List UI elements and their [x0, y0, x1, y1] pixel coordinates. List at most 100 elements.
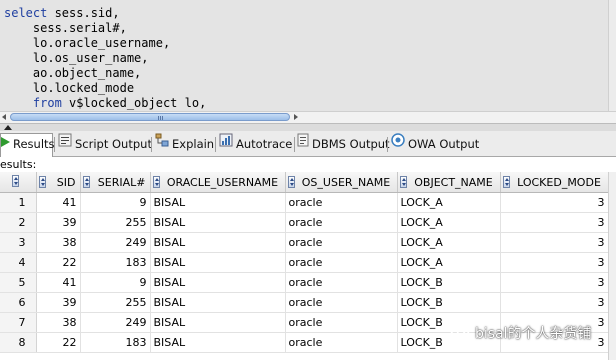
- sid-cell[interactable]: 41: [36, 272, 81, 293]
- tab-divider: [387, 137, 388, 152]
- scrollbar-thumb[interactable]: [10, 113, 290, 121]
- row-number-cell[interactable]: 6: [0, 292, 37, 313]
- sort-icon[interactable]: [399, 176, 407, 188]
- locked-mode-cell[interactable]: 3: [500, 252, 609, 273]
- locked-mode-cell[interactable]: 3: [500, 292, 609, 313]
- sid-cell[interactable]: 22: [36, 252, 81, 273]
- sort-icon[interactable]: [82, 176, 90, 188]
- object-name-cell[interactable]: LOCK_B: [397, 272, 501, 293]
- locked-mode-cell[interactable]: 3: [500, 212, 609, 233]
- tab-explain[interactable]: Explain: [155, 133, 214, 155]
- serial-cell[interactable]: 249: [80, 232, 151, 253]
- table-row[interactable]: 6 39 255 BISAL oracle LOCK_B 3: [0, 292, 609, 313]
- sql-text[interactable]: select sess.sid, sess.serial#, lo.oracle…: [4, 6, 206, 111]
- sort-icon[interactable]: [11, 174, 19, 187]
- locked-mode-cell[interactable]: 3: [500, 272, 609, 293]
- serial-cell[interactable]: 9: [80, 272, 151, 293]
- oracle-username-cell[interactable]: BISAL: [150, 252, 286, 273]
- serial-cell[interactable]: 255: [80, 212, 151, 233]
- row-number-cell[interactable]: 1: [0, 192, 37, 213]
- oracle-username-cell[interactable]: BISAL: [150, 232, 286, 253]
- os-user-name-cell[interactable]: oracle: [285, 272, 398, 293]
- row-number-header[interactable]: [0, 172, 37, 193]
- os-user-name-cell[interactable]: oracle: [285, 312, 398, 333]
- serial-cell[interactable]: 255: [80, 292, 151, 313]
- column-header-locked-mode[interactable]: LOCKED_MODE: [500, 172, 609, 193]
- os-user-name-cell[interactable]: oracle: [285, 332, 398, 353]
- sid-cell[interactable]: 39: [36, 292, 81, 313]
- oracle-username-cell[interactable]: BISAL: [150, 212, 286, 233]
- tab-results[interactable]: Results: [0, 133, 55, 157]
- os-user-name-cell[interactable]: oracle: [285, 252, 398, 273]
- row-number-cell[interactable]: 3: [0, 232, 37, 253]
- sort-icon[interactable]: [502, 176, 510, 188]
- sql-token: v$locked_object lo,: [61, 96, 207, 110]
- row-number-cell[interactable]: 4: [0, 252, 37, 273]
- sort-icon[interactable]: [152, 176, 160, 188]
- column-header-label: OBJECT_NAME: [414, 175, 493, 189]
- serial-cell[interactable]: 9: [80, 192, 151, 213]
- os-user-name-cell[interactable]: oracle: [285, 292, 398, 313]
- column-header-label: LOCKED_MODE: [517, 175, 601, 189]
- green-play-icon: [1, 133, 10, 154]
- row-number-cell[interactable]: 5: [0, 272, 37, 293]
- sql-line: select sess.sid,: [4, 6, 120, 20]
- object-name-cell[interactable]: LOCK_A: [397, 212, 501, 233]
- tab-owa-output[interactable]: OWA Output: [391, 133, 479, 155]
- grid-vertical-scrollbar[interactable]: [608, 172, 616, 360]
- oracle-username-cell[interactable]: BISAL: [150, 332, 286, 353]
- oracle-username-cell[interactable]: BISAL: [150, 272, 286, 293]
- explain-plan-icon: [155, 133, 169, 154]
- column-header-os-user-name[interactable]: OS_USER_NAME: [285, 172, 398, 193]
- tab-autotrace[interactable]: Autotrace: [219, 133, 293, 155]
- row-number-cell[interactable]: 7: [0, 312, 37, 333]
- object-name-cell[interactable]: LOCK_A: [397, 252, 501, 273]
- locked-mode-cell[interactable]: 3: [500, 192, 609, 213]
- sort-icon[interactable]: [38, 176, 46, 188]
- object-name-cell[interactable]: LOCK_B: [397, 292, 501, 313]
- table-row[interactable]: 3 38 249 BISAL oracle LOCK_A 3: [0, 232, 609, 253]
- column-header-serial[interactable]: SERIAL#: [80, 172, 151, 193]
- sort-icon[interactable]: [287, 176, 295, 188]
- row-number-cell[interactable]: 2: [0, 212, 37, 233]
- serial-cell[interactable]: 183: [80, 332, 151, 353]
- oracle-username-cell[interactable]: BISAL: [150, 192, 286, 213]
- tab-divider: [54, 137, 55, 152]
- table-row[interactable]: 2 39 255 BISAL oracle LOCK_A 3: [0, 212, 609, 233]
- os-user-name-cell[interactable]: oracle: [285, 232, 398, 253]
- table-row[interactable]: 5 41 9 BISAL oracle LOCK_B 3: [0, 272, 609, 293]
- collapse-triangle-icon[interactable]: [4, 125, 12, 130]
- sid-cell[interactable]: 39: [36, 212, 81, 233]
- sql-editor[interactable]: select sess.sid, sess.serial#, lo.oracle…: [0, 0, 616, 111]
- table-row[interactable]: 4 22 183 BISAL oracle LOCK_A 3: [0, 252, 609, 273]
- row-number-cell[interactable]: 8: [0, 332, 37, 353]
- column-header-sid[interactable]: SID: [36, 172, 81, 193]
- tab-dbms-output[interactable]: DBMS Output: [297, 133, 390, 155]
- tab-label: DBMS Output: [312, 137, 390, 151]
- os-user-name-cell[interactable]: oracle: [285, 192, 398, 213]
- object-name-cell[interactable]: LOCK_A: [397, 232, 501, 253]
- sid-cell[interactable]: 41: [36, 192, 81, 213]
- sid-cell[interactable]: 22: [36, 332, 81, 353]
- tab-divider: [294, 137, 295, 152]
- scroll-right-arrow-icon[interactable]: [294, 114, 298, 120]
- column-header-oracle-username[interactable]: ORACLE_USERNAME: [150, 172, 286, 193]
- sid-cell[interactable]: 38: [36, 232, 81, 253]
- sid-cell[interactable]: 38: [36, 312, 81, 333]
- object-name-cell[interactable]: LOCK_A: [397, 192, 501, 213]
- oracle-username-cell[interactable]: BISAL: [150, 292, 286, 313]
- column-header-object-name[interactable]: OBJECT_NAME: [397, 172, 501, 193]
- tab-script-output[interactable]: Script Output: [58, 133, 152, 155]
- editor-horizontal-scrollbar[interactable]: [0, 111, 616, 123]
- serial-cell[interactable]: 249: [80, 312, 151, 333]
- editor-vertical-scrollbar[interactable]: [608, 0, 616, 111]
- scroll-left-arrow-icon[interactable]: [2, 114, 6, 120]
- locked-mode-cell[interactable]: 3: [500, 232, 609, 253]
- tab-label: Autotrace: [236, 137, 293, 151]
- table-row[interactable]: 1 41 9 BISAL oracle LOCK_A 3: [0, 192, 609, 213]
- os-user-name-cell[interactable]: oracle: [285, 212, 398, 233]
- pane-splitter[interactable]: [0, 123, 616, 131]
- serial-cell[interactable]: 183: [80, 252, 151, 273]
- oracle-username-cell[interactable]: BISAL: [150, 312, 286, 333]
- sql-line: ao.object_name,: [4, 66, 141, 80]
